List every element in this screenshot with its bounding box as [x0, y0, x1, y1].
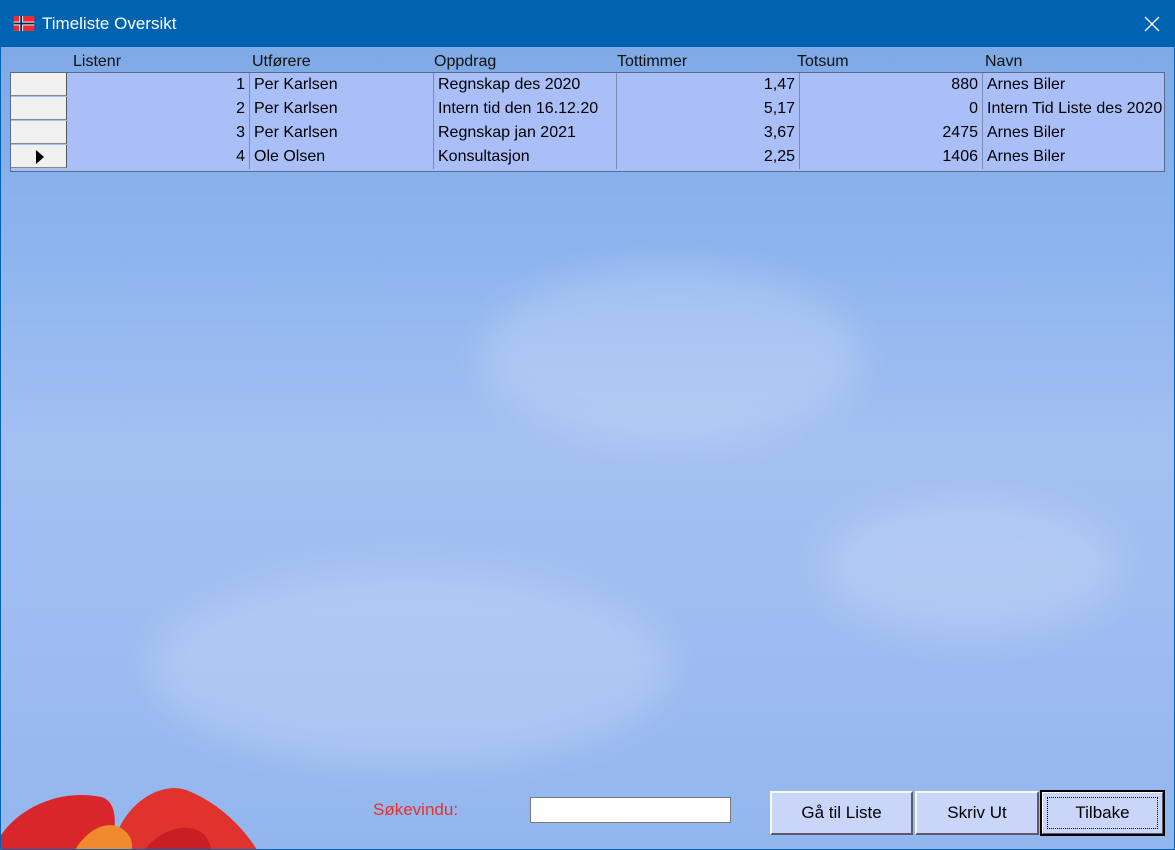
- table-row[interactable]: 2 Per Karlsen Intern tid den 16.12.20 5,…: [11, 97, 1164, 121]
- norway-flag-icon: [13, 16, 35, 31]
- column-header-listenr[interactable]: Listenr: [73, 53, 121, 71]
- cell-oppdrag[interactable]: Regnskap des 2020: [434, 73, 617, 97]
- cell-utforere[interactable]: Per Karlsen: [250, 121, 434, 145]
- row-selector[interactable]: [11, 73, 67, 96]
- close-button[interactable]: [1128, 0, 1175, 47]
- cell-navn[interactable]: Arnes Biler: [983, 145, 1164, 169]
- column-header-utforere[interactable]: Utførere: [252, 53, 311, 71]
- title-bar: Timeliste Oversikt: [0, 0, 1175, 47]
- cell-listenr[interactable]: 2: [68, 97, 250, 121]
- tulip-image: [1, 788, 257, 849]
- cell-tottimmer[interactable]: 5,17: [617, 97, 800, 121]
- column-header-navn[interactable]: Navn: [985, 53, 1022, 71]
- column-header-tottimmer[interactable]: Tottimmer: [617, 53, 687, 71]
- cell-tottimmer[interactable]: 3,67: [617, 121, 800, 145]
- column-header-oppdrag[interactable]: Oppdrag: [434, 53, 496, 71]
- back-button[interactable]: Tilbake: [1040, 790, 1165, 836]
- cell-totsum[interactable]: 2475: [800, 121, 983, 145]
- cell-listenr[interactable]: 3: [68, 121, 250, 145]
- cell-oppdrag[interactable]: Intern tid den 16.12.20: [434, 97, 617, 121]
- cell-navn[interactable]: Intern Tid Liste des 2020: [983, 97, 1164, 121]
- print-button[interactable]: Skriv Ut: [915, 791, 1039, 835]
- row-selector[interactable]: [11, 97, 67, 120]
- table-row[interactable]: 3 Per Karlsen Regnskap jan 2021 3,67 247…: [11, 121, 1164, 145]
- row-selector[interactable]: [11, 145, 67, 168]
- cell-totsum[interactable]: 0: [800, 97, 983, 121]
- window-title: Timeliste Oversikt: [42, 14, 177, 33]
- cell-utforere[interactable]: Per Karlsen: [250, 73, 434, 97]
- goto-list-button[interactable]: Gå til Liste: [770, 791, 913, 835]
- cell-oppdrag[interactable]: Konsultasjon: [434, 145, 617, 169]
- cell-utforere[interactable]: Ole Olsen: [250, 145, 434, 169]
- background-cloud: [151, 567, 671, 767]
- column-header-totsum[interactable]: Totsum: [797, 53, 849, 71]
- search-input[interactable]: [530, 797, 731, 823]
- cell-totsum[interactable]: 880: [800, 73, 983, 97]
- focus-rectangle: [1047, 797, 1158, 829]
- cell-totsum[interactable]: 1406: [800, 145, 983, 169]
- background-cloud: [481, 267, 861, 447]
- cell-listenr[interactable]: 4: [68, 145, 250, 169]
- background-cloud: [821, 497, 1121, 637]
- timesheet-grid: 1 Per Karlsen Regnskap des 2020 1,47 880…: [10, 72, 1165, 172]
- search-label: Søkevindu:: [373, 800, 459, 819]
- record-pointer-icon: [36, 150, 44, 164]
- cell-navn[interactable]: Arnes Biler: [983, 73, 1164, 97]
- app-window: Timeliste Oversikt Listenr Utførere Oppd…: [0, 0, 1175, 850]
- table-row[interactable]: 4 Ole Olsen Konsultasjon 2,25 1406 Arnes…: [11, 145, 1164, 169]
- client-area: Listenr Utførere Oppdrag Tottimmer Totsu…: [1, 47, 1174, 849]
- cell-listenr[interactable]: 1: [68, 73, 250, 97]
- cell-oppdrag[interactable]: Regnskap jan 2021: [434, 121, 617, 145]
- cell-tottimmer[interactable]: 2,25: [617, 145, 800, 169]
- table-row[interactable]: 1 Per Karlsen Regnskap des 2020 1,47 880…: [11, 73, 1164, 97]
- cell-utforere[interactable]: Per Karlsen: [250, 97, 434, 121]
- row-selector[interactable]: [11, 121, 67, 144]
- cell-navn[interactable]: Arnes Biler: [983, 121, 1164, 145]
- close-icon: [1144, 16, 1159, 31]
- cell-tottimmer[interactable]: 1,47: [617, 73, 800, 97]
